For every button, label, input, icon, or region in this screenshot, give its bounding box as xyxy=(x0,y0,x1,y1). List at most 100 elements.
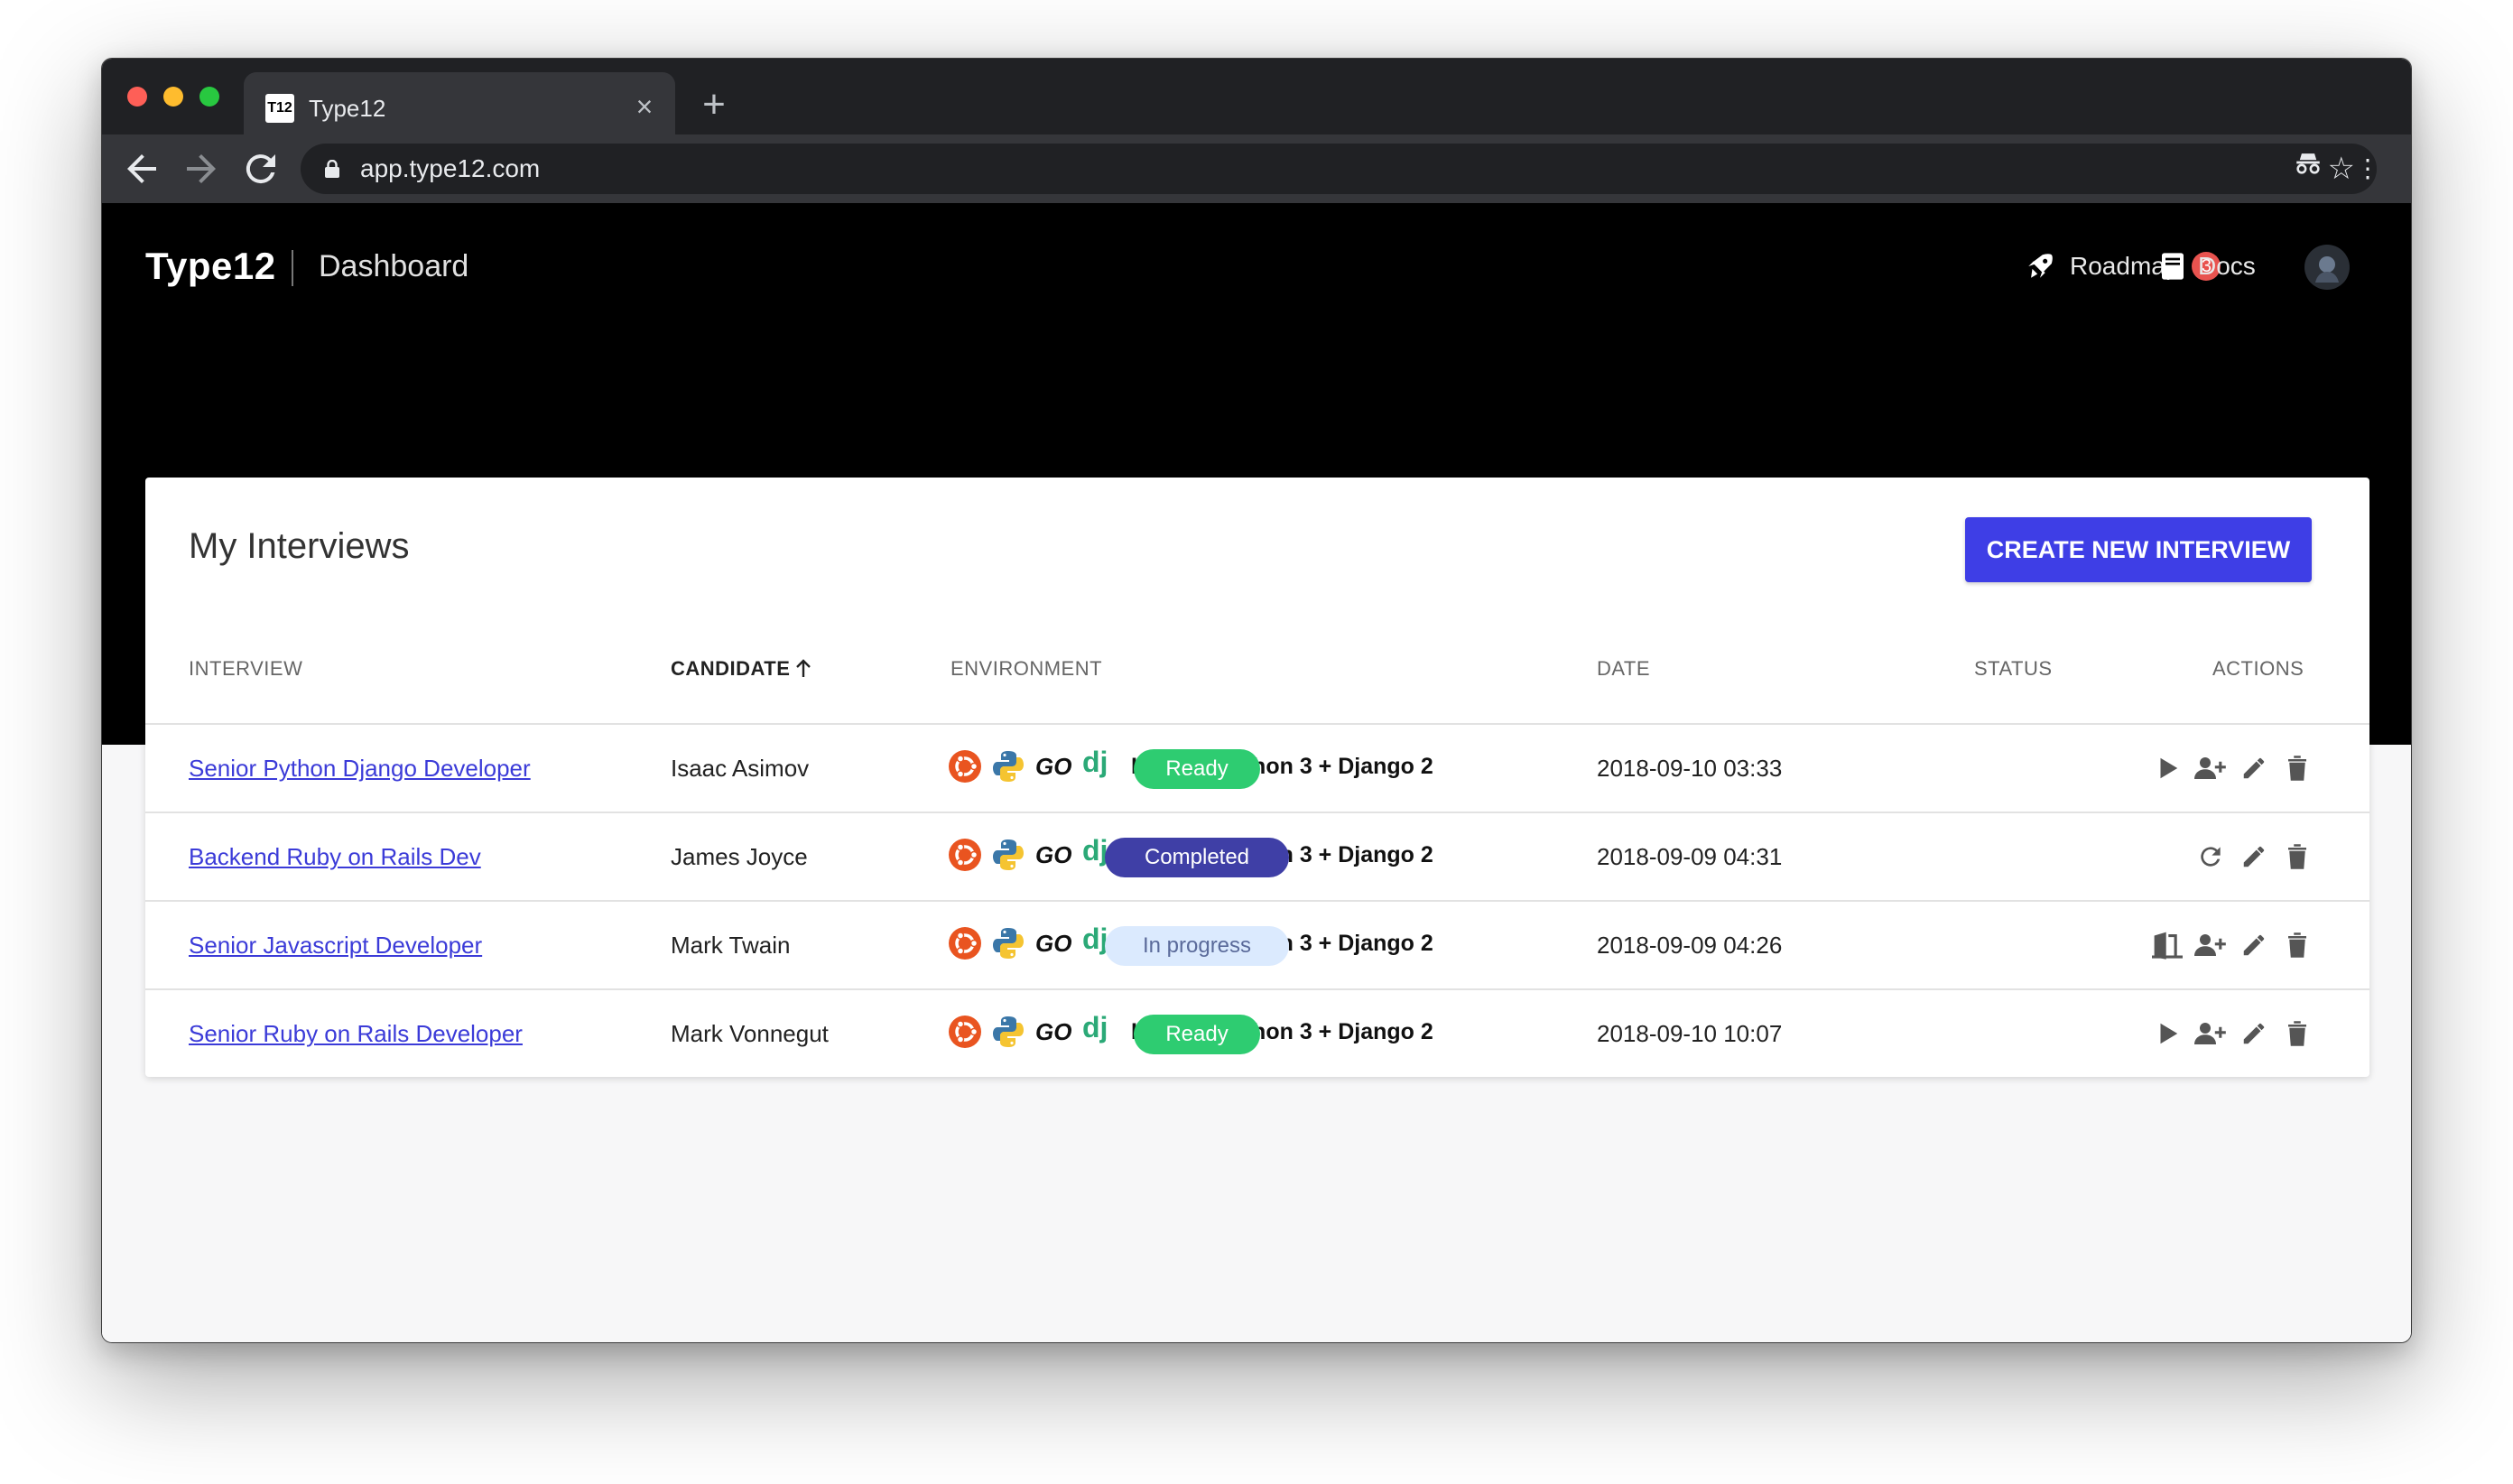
edit-icon[interactable] xyxy=(2238,840,2270,873)
interviews-card: My Interviews CREATE NEW INTERVIEW INTER… xyxy=(145,478,2369,1077)
python-icon xyxy=(993,751,1024,782)
join-room-icon[interactable] xyxy=(2151,929,2184,961)
card-title: My Interviews xyxy=(189,526,410,566)
sort-ascending-icon xyxy=(796,659,811,677)
column-header-candidate[interactable]: CANDIDATE xyxy=(671,654,813,683)
interview-link[interactable]: Senior Python Django Developer xyxy=(189,750,531,786)
svg-text:dj: dj xyxy=(1082,837,1108,867)
status-badge: In progress xyxy=(1105,926,1289,966)
url-text: app.type12.com xyxy=(360,154,541,182)
ubuntu-icon xyxy=(949,927,981,960)
svg-text:dj: dj xyxy=(1082,748,1108,778)
address-bar[interactable]: app.type12.com ☆ xyxy=(301,144,2377,194)
interview-link[interactable]: Senior Javascript Developer xyxy=(189,927,482,963)
go-icon: GO xyxy=(1035,841,1071,868)
page-title: Dashboard xyxy=(319,249,469,283)
redo-icon[interactable] xyxy=(2194,840,2227,873)
interview-link[interactable]: Senior Ruby on Rails Developer xyxy=(189,1016,523,1052)
svg-text:GO: GO xyxy=(1035,1018,1071,1045)
docs-label: Docs xyxy=(2198,252,2256,280)
delete-icon[interactable] xyxy=(2281,840,2314,873)
row-actions xyxy=(2194,840,2314,873)
row-actions xyxy=(2151,929,2314,961)
table-row: Senior Javascript Developer Mark Twain G… xyxy=(145,902,2369,989)
forward-icon[interactable] xyxy=(180,147,223,190)
book-icon xyxy=(2162,253,2184,280)
docs-link[interactable]: Docs xyxy=(2160,239,2256,293)
table-row: Senior Python Django Developer Isaac Asi… xyxy=(145,725,2369,812)
candidate-name: Isaac Asimov xyxy=(671,755,810,782)
column-header-interview[interactable]: INTERVIEW xyxy=(189,654,302,683)
row-actions xyxy=(2151,752,2314,784)
tab-strip: T12 Type12 × + xyxy=(102,59,2411,134)
svg-text:GO: GO xyxy=(1035,753,1071,780)
column-header-environment[interactable]: ENVIRONMENT xyxy=(950,654,1102,683)
close-window-button[interactable] xyxy=(127,87,147,107)
add-user-icon[interactable] xyxy=(2194,1017,2227,1050)
go-icon: GO xyxy=(1035,1018,1071,1045)
add-user-icon[interactable] xyxy=(2194,929,2227,961)
python-icon xyxy=(993,1016,1024,1047)
status-badge: Ready xyxy=(1134,1015,1260,1054)
delete-icon[interactable] xyxy=(2281,752,2314,784)
candidate-name: James Joyce xyxy=(671,843,808,870)
python-icon xyxy=(993,928,1024,959)
go-icon: GO xyxy=(1035,930,1071,957)
new-tab-icon[interactable]: + xyxy=(693,84,735,125)
tab-favicon: T12 xyxy=(265,94,294,123)
edit-icon[interactable] xyxy=(2238,1017,2270,1050)
interview-date: 2018-09-10 03:33 xyxy=(1597,755,1783,782)
maximize-window-button[interactable] xyxy=(199,87,219,107)
delete-icon[interactable] xyxy=(2281,1017,2314,1050)
interview-date: 2018-09-09 04:26 xyxy=(1597,932,1783,959)
edit-icon[interactable] xyxy=(2238,752,2270,784)
edit-icon[interactable] xyxy=(2238,929,2270,961)
ubuntu-icon xyxy=(949,839,981,871)
svg-text:dj: dj xyxy=(1082,1014,1108,1043)
browser-menu-icon[interactable]: ⋮ xyxy=(2346,147,2389,190)
minimize-window-button[interactable] xyxy=(163,87,183,107)
reload-icon[interactable] xyxy=(239,147,283,190)
brand-logo[interactable]: Type12 xyxy=(145,239,276,293)
column-header-actions: ACTIONS xyxy=(2212,657,2304,680)
add-user-icon[interactable] xyxy=(2194,752,2227,784)
candidate-name: Mark Twain xyxy=(671,932,791,959)
svg-text:GO: GO xyxy=(1035,841,1071,868)
column-header-candidate-label: CANDIDATE xyxy=(671,657,791,680)
django-icon: dj xyxy=(1082,1014,1108,1043)
django-icon: dj xyxy=(1082,748,1108,778)
status-badge: Completed xyxy=(1105,838,1289,877)
row-actions xyxy=(2151,1017,2314,1050)
brand-divider xyxy=(292,250,293,286)
interview-date: 2018-09-10 10:07 xyxy=(1597,1020,1783,1047)
avatar[interactable] xyxy=(2304,245,2350,290)
table-row: Backend Ruby on Rails Dev James Joyce GO… xyxy=(145,813,2369,901)
play-icon[interactable] xyxy=(2151,1017,2184,1050)
tab-title: Type12 xyxy=(309,95,386,122)
browser-toolbar: app.type12.com ☆ ⋮ xyxy=(102,134,2411,203)
back-icon[interactable] xyxy=(120,147,163,190)
svg-text:GO: GO xyxy=(1035,930,1071,957)
go-icon: GO xyxy=(1035,753,1071,780)
delete-icon[interactable] xyxy=(2281,929,2314,961)
interview-date: 2018-09-09 04:31 xyxy=(1597,843,1783,870)
rocket-icon xyxy=(2028,254,2053,278)
tab-close-icon[interactable]: × xyxy=(626,88,663,125)
browser-tab[interactable]: T12 Type12 × xyxy=(244,72,675,134)
create-new-interview-button[interactable]: CREATE NEW INTERVIEW xyxy=(1965,517,2312,582)
browser-window: T12 Type12 × + app.type12.com ☆ ⋮ Type12 xyxy=(101,58,2412,1343)
table-row: Senior Ruby on Rails Developer Mark Vonn… xyxy=(145,990,2369,1078)
svg-text:dj: dj xyxy=(1082,925,1108,955)
python-icon xyxy=(993,839,1024,870)
candidate-name: Mark Vonnegut xyxy=(671,1020,829,1047)
status-badge: Ready xyxy=(1134,749,1260,789)
incognito-icon[interactable] xyxy=(2286,147,2330,190)
column-header-status[interactable]: STATUS xyxy=(1974,654,2053,683)
ubuntu-icon xyxy=(949,1016,981,1048)
interview-link[interactable]: Backend Ruby on Rails Dev xyxy=(189,839,481,875)
app-content: Type12 Dashboard Roadmap 3 Docs My Inter… xyxy=(102,203,2411,1342)
column-header-date[interactable]: DATE xyxy=(1597,654,1650,683)
play-icon[interactable] xyxy=(2151,752,2184,784)
lock-icon xyxy=(325,160,339,178)
ubuntu-icon xyxy=(949,750,981,783)
